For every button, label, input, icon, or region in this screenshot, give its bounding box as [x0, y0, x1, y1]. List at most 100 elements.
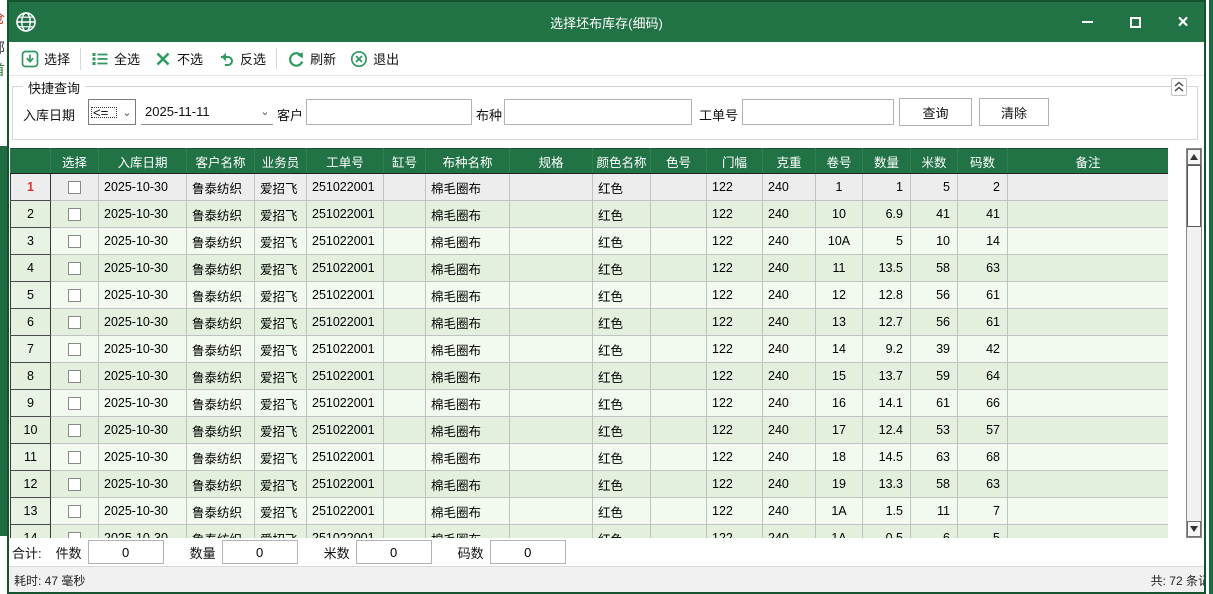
table-cell[interactable]: 鲁泰纺织	[187, 201, 255, 228]
table-cell[interactable]: 251022001	[307, 174, 384, 201]
table-cell[interactable]: 红色	[593, 525, 651, 539]
table-cell[interactable]: 251022001	[307, 525, 384, 539]
table-cell[interactable]: 251022001	[307, 498, 384, 525]
table-cell[interactable]: 红色	[593, 255, 651, 282]
vertical-scrollbar[interactable]	[1186, 148, 1202, 538]
table-cell[interactable]: 122	[707, 255, 763, 282]
table-cell[interactable]: 12.8	[863, 282, 911, 309]
table-cell[interactable]: 240	[763, 228, 816, 255]
table-cell[interactable]	[384, 309, 426, 336]
table-cell[interactable]: 122	[707, 363, 763, 390]
table-cell[interactable]	[510, 498, 593, 525]
row-number-cell[interactable]: 1	[11, 174, 51, 201]
table-cell[interactable]	[651, 174, 707, 201]
table-cell[interactable]: 红色	[593, 444, 651, 471]
table-cell[interactable]	[510, 282, 593, 309]
table-cell[interactable]: 58	[911, 255, 958, 282]
table-cell[interactable]: 240	[763, 498, 816, 525]
table-cell[interactable]: 2025-10-30	[99, 498, 187, 525]
table-cell[interactable]: 15	[816, 363, 863, 390]
table-cell[interactable]: 122	[707, 498, 763, 525]
table-cell[interactable]: 鲁泰纺织	[187, 498, 255, 525]
table-cell[interactable]: 13.5	[863, 255, 911, 282]
table-cell[interactable]: 爱招飞	[255, 498, 307, 525]
titlebar[interactable]: 选择坯布库存(细码) ×	[9, 2, 1204, 42]
row-checkbox[interactable]	[68, 478, 81, 491]
table-cell[interactable]: 5	[958, 525, 1008, 539]
table-row[interactable]: 72025-10-30鲁泰纺织爱招飞251022001棉毛圈布红色1222401…	[11, 336, 1169, 363]
grid-column-header[interactable]: 码数	[958, 149, 1008, 174]
table-cell[interactable]	[1008, 363, 1169, 390]
table-cell[interactable]: 11	[911, 498, 958, 525]
table-cell[interactable]: 棉毛圈布	[426, 525, 510, 539]
table-cell[interactable]: 棉毛圈布	[426, 363, 510, 390]
work-order-input[interactable]	[742, 99, 894, 125]
row-checkbox[interactable]	[68, 505, 81, 518]
grid-column-header[interactable]: 数量	[863, 149, 911, 174]
table-cell[interactable]: 11	[816, 255, 863, 282]
row-checkbox[interactable]	[68, 289, 81, 302]
row-number-cell[interactable]: 4	[11, 255, 51, 282]
table-cell[interactable]	[510, 336, 593, 363]
row-checkbox[interactable]	[68, 235, 81, 248]
table-cell[interactable]: 240	[763, 390, 816, 417]
grid-column-header[interactable]: 色号	[651, 149, 707, 174]
table-cell[interactable]: 红色	[593, 498, 651, 525]
table-cell[interactable]	[1008, 525, 1169, 539]
table-cell[interactable]: 251022001	[307, 336, 384, 363]
table-cell[interactable]	[384, 444, 426, 471]
grid-column-header[interactable]: 业务员	[255, 149, 307, 174]
table-cell[interactable]: 棉毛圈布	[426, 255, 510, 282]
table-cell[interactable]	[384, 255, 426, 282]
grid-column-header[interactable]: 备注	[1008, 149, 1169, 174]
table-cell[interactable]	[1008, 471, 1169, 498]
table-cell[interactable]: 63	[958, 471, 1008, 498]
table-cell[interactable]: 红色	[593, 174, 651, 201]
table-cell[interactable]: 18	[816, 444, 863, 471]
table-cell[interactable]	[651, 282, 707, 309]
table-cell[interactable]	[510, 444, 593, 471]
maximize-button[interactable]	[1124, 11, 1146, 33]
table-cell[interactable]: 2025-10-30	[99, 228, 187, 255]
table-cell[interactable]: 41	[911, 201, 958, 228]
scrollbar-thumb[interactable]	[1187, 165, 1201, 227]
table-cell[interactable]	[651, 201, 707, 228]
table-cell[interactable]: 240	[763, 309, 816, 336]
table-cell[interactable]: 61	[911, 390, 958, 417]
table-cell[interactable]	[510, 525, 593, 539]
table-cell[interactable]: 1A	[816, 498, 863, 525]
table-cell[interactable]	[1008, 174, 1169, 201]
table-cell[interactable]: 240	[763, 417, 816, 444]
toolbar-select-all-button[interactable]: 全选	[84, 46, 147, 71]
table-cell[interactable]: 5	[863, 228, 911, 255]
table-cell[interactable]: 122	[707, 282, 763, 309]
table-cell[interactable]: 棉毛圈布	[426, 417, 510, 444]
table-row[interactable]: 42025-10-30鲁泰纺织爱招飞251022001棉毛圈布红色1222401…	[11, 255, 1169, 282]
table-row[interactable]: 82025-10-30鲁泰纺织爱招飞251022001棉毛圈布红色1222401…	[11, 363, 1169, 390]
row-number-cell[interactable]: 3	[11, 228, 51, 255]
table-row[interactable]: 52025-10-30鲁泰纺织爱招飞251022001棉毛圈布红色1222401…	[11, 282, 1169, 309]
toolbar-invert-button[interactable]: 反选	[210, 46, 273, 71]
table-cell[interactable]	[1008, 201, 1169, 228]
table-cell[interactable]: 棉毛圈布	[426, 336, 510, 363]
table-cell[interactable]: 240	[763, 471, 816, 498]
table-cell[interactable]	[651, 390, 707, 417]
table-cell[interactable]: 13.3	[863, 471, 911, 498]
row-number-cell[interactable]: 9	[11, 390, 51, 417]
meters-total-input[interactable]	[356, 540, 432, 564]
table-cell[interactable]	[510, 390, 593, 417]
table-cell[interactable]	[510, 255, 593, 282]
table-cell[interactable]: 42	[958, 336, 1008, 363]
table-cell[interactable]: 39	[911, 336, 958, 363]
table-cell[interactable]: 爱招飞	[255, 228, 307, 255]
table-cell[interactable]	[510, 201, 593, 228]
table-cell[interactable]	[1008, 309, 1169, 336]
row-checkbox[interactable]	[68, 343, 81, 356]
fabric-input[interactable]	[504, 99, 692, 125]
table-cell[interactable]: 251022001	[307, 363, 384, 390]
table-cell[interactable]: 41	[958, 201, 1008, 228]
row-checkbox[interactable]	[68, 316, 81, 329]
toolbar-refresh-button[interactable]: 刷新	[280, 46, 343, 71]
table-cell[interactable]: 红色	[593, 417, 651, 444]
table-cell[interactable]: 红色	[593, 228, 651, 255]
